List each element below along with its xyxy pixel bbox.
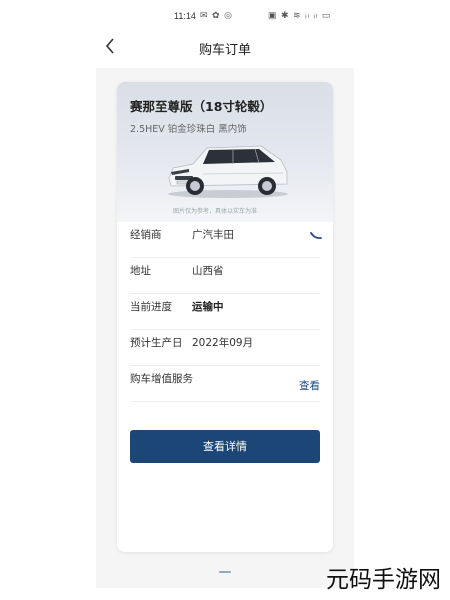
detail-row-progress: 当前进度 运输中 (130, 294, 320, 330)
status-time: 11:14 (174, 11, 196, 21)
order-page: 11:14 ✉ ✿ ◎ ▣ ✱ ≋ ᵢₗ ᵢₗ ▭ 购车订单 赛那至尊版（18寸… (0, 0, 450, 600)
car-hero: 赛那至尊版（18寸轮毂） 2.5HEV 铂金珍珠白 黑内饰 图片仅为参考，具体以… (117, 82, 333, 222)
view-services-link[interactable]: 查看 (299, 378, 320, 393)
detail-value: 广汽丰田 (192, 229, 234, 241)
detail-label: 预计生产日 (130, 337, 183, 349)
watermark-logo: 元码手游网 (326, 567, 441, 593)
order-card: 赛那至尊版（18寸轮毂） 2.5HEV 铂金珍珠白 黑内饰 图片仅为参考，具体以… (117, 82, 333, 552)
detail-label: 经销商 (130, 229, 162, 241)
detail-label: 购车增值服务 (130, 373, 193, 385)
image-disclaimer: 图片仅为参考，具体以实车为准 (173, 208, 258, 215)
detail-row-dealer: 经销商 广汽丰田 (130, 222, 322, 258)
car-config-subtitle: 2.5HEV 铂金珍珠白 黑内饰 (130, 124, 247, 135)
detail-value: 2022年09月 (192, 337, 254, 349)
system-icons: ▣ ✱ ≋ ᵢₗ ᵢₗ ▭ (268, 10, 332, 20)
detail-row-address: 地址 山西省 (130, 258, 320, 294)
order-details: 经销商 广汽丰田 地址 山西省 当前进度 运输中 预计生产日 2022年09月 … (130, 222, 322, 402)
car-image (168, 145, 288, 198)
detail-value: 山西省 (192, 265, 224, 277)
status-bar: 11:14 ✉ ✿ ◎ ▣ ✱ ≋ ᵢₗ ᵢₗ ▭ (0, 8, 450, 24)
page-title: 购车订单 (198, 43, 251, 58)
view-details-button[interactable]: 查看详情 (130, 430, 320, 463)
notification-icons: ✉ ✿ ◎ (200, 10, 233, 20)
detail-label: 地址 (130, 265, 151, 277)
car-model-title: 赛那至尊版（18寸轮毂） (130, 99, 273, 114)
top-nav: 购车订单 (0, 36, 450, 60)
detail-value: 运输中 (192, 301, 224, 313)
detail-row-production-date: 预计生产日 2022年09月 (130, 330, 320, 366)
detail-label: 当前进度 (130, 301, 172, 313)
detail-row-value-added-services: 购车增值服务 查看 (130, 366, 320, 402)
home-indicator (219, 571, 231, 573)
phone-icon[interactable] (310, 230, 322, 240)
